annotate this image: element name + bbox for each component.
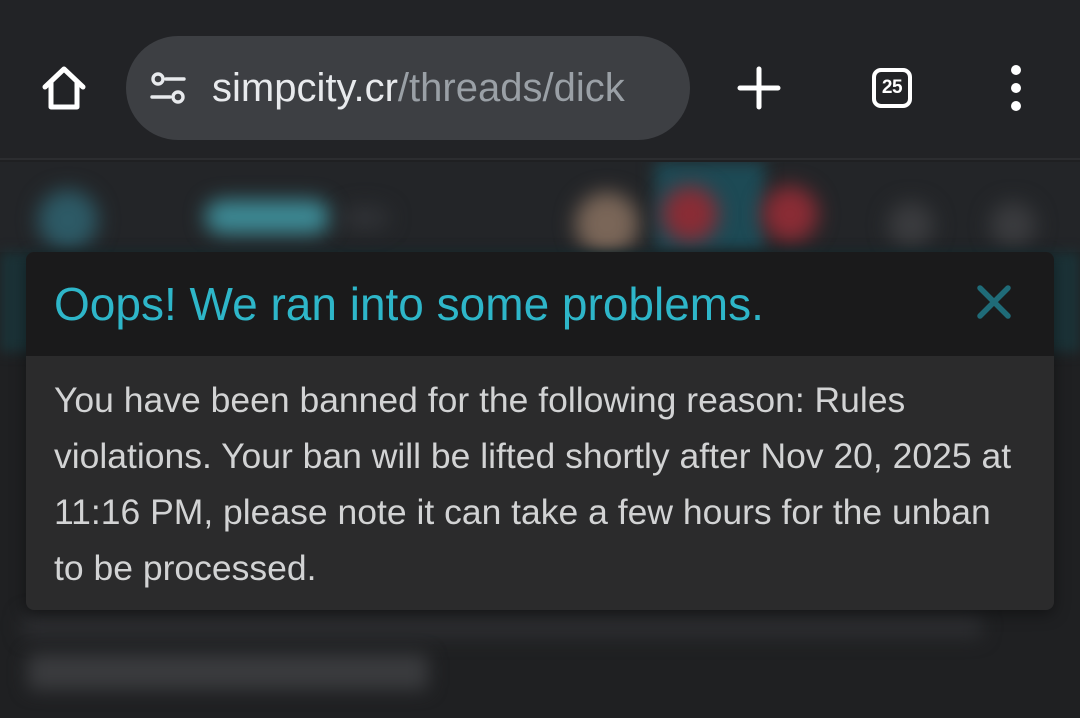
blurred-text-line [22, 614, 982, 638]
home-icon [42, 66, 86, 110]
blurred-logo [38, 190, 98, 250]
menu-dot [1011, 65, 1021, 75]
blurred-nav-item [340, 206, 390, 230]
new-tab-button[interactable] [728, 60, 790, 116]
blurred-logo-text [205, 200, 330, 234]
plus-icon [737, 66, 781, 110]
modal-header: Oops! We ran into some problems. [26, 252, 1054, 356]
menu-dot [1011, 101, 1021, 111]
blurred-site-header [0, 162, 1080, 256]
url-path: /threads/dick [397, 66, 625, 110]
blurred-avatar [575, 192, 639, 256]
blurred-icon [990, 202, 1036, 248]
browser-toolbar: simpcity.cr/threads/dick 25 [0, 0, 1080, 160]
menu-dot [1011, 83, 1021, 93]
error-modal: Oops! We ran into some problems. You hav… [26, 252, 1054, 610]
ban-message: You have been banned for the following r… [54, 380, 1012, 588]
modal-title: Oops! We ran into some problems. [54, 278, 764, 330]
tune-icon[interactable] [148, 68, 188, 108]
close-icon[interactable] [974, 282, 1014, 322]
blurred-badge [762, 186, 818, 242]
tab-count-icon: 25 [872, 68, 912, 108]
address-bar[interactable]: simpcity.cr/threads/dick [126, 36, 690, 140]
url-host: simpcity.cr [212, 66, 398, 110]
more-vert-icon[interactable] [994, 62, 1038, 114]
home-button[interactable] [34, 60, 94, 116]
blurred-text-line [28, 654, 428, 690]
blurred-icon [888, 202, 934, 248]
blurred-badge [662, 186, 718, 242]
tab-switcher-button[interactable]: 25 [862, 60, 922, 116]
url-text[interactable]: simpcity.cr/threads/dick [212, 36, 672, 140]
